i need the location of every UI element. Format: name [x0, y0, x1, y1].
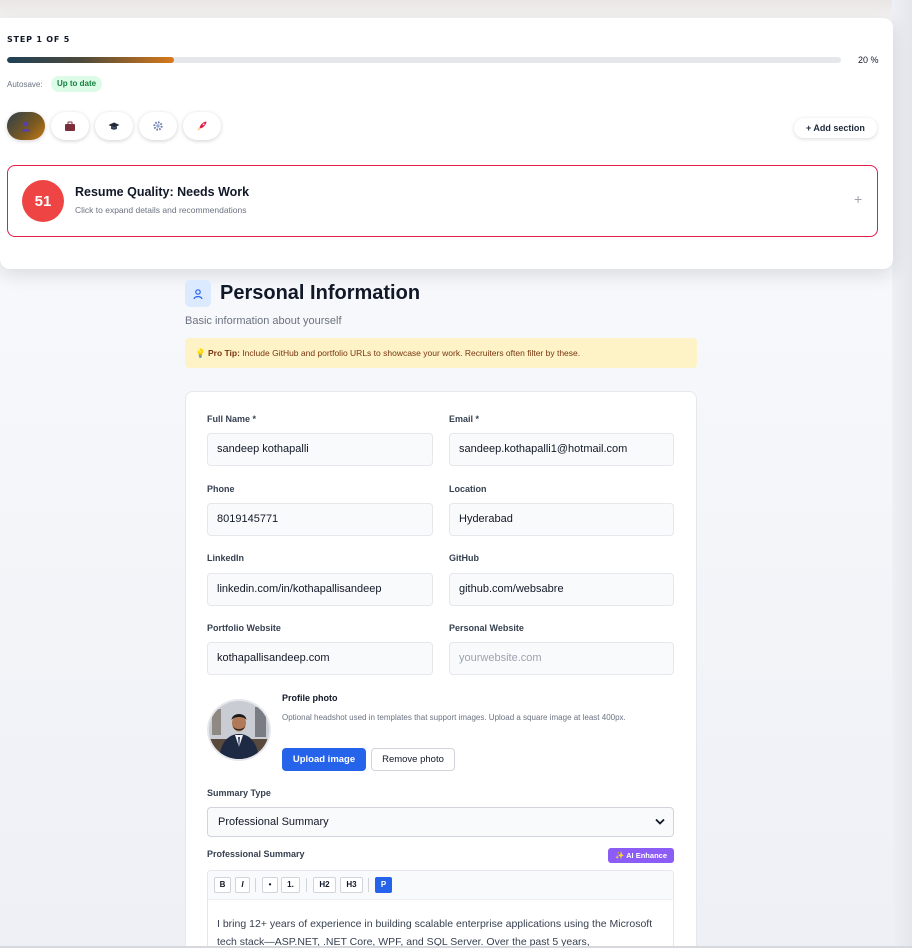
numbered-list-button[interactable]: 1. [281, 877, 300, 893]
location-field[interactable]: Hyderabad [449, 503, 674, 536]
chevron-down-icon [655, 818, 665, 825]
bold-button[interactable]: B [214, 877, 231, 893]
email-label: Email * [449, 414, 480, 424]
paragraph-button[interactable]: P [375, 877, 392, 893]
ai-enhance-button[interactable]: ✨ AI Enhance [608, 848, 674, 863]
progress-percent: 20 % [858, 55, 879, 65]
avatar [207, 699, 271, 761]
progress-bar [7, 57, 841, 63]
rocket-icon [197, 121, 207, 131]
github-label: GitHub [449, 553, 479, 563]
person-icon [21, 121, 31, 132]
linkedin-label: LinkedIn [207, 553, 245, 563]
quality-score-badge: 51 [22, 180, 64, 222]
upload-image-button[interactable]: Upload image [282, 748, 366, 771]
graduation-cap-icon [108, 122, 120, 130]
autosave-label: Autosave: [7, 80, 43, 89]
summary-text[interactable]: I bring 12+ years of experience in build… [217, 915, 657, 948]
lightbulb-icon: 💡 [195, 348, 206, 358]
italic-button[interactable]: I [235, 877, 250, 893]
add-section-button[interactable]: + Add section [794, 118, 877, 138]
github-field[interactable]: github.com/websabre [449, 573, 674, 606]
profile-photo-help: Optional headshot used in templates that… [282, 713, 626, 722]
section-tab-projects[interactable] [183, 112, 221, 140]
professional-summary-label: Professional Summary [207, 849, 305, 859]
briefcase-icon [65, 121, 75, 131]
pro-tip-label: Pro Tip: [207, 348, 240, 358]
section-title: Personal Information [220, 282, 421, 304]
section-tab-personal[interactable] [7, 112, 45, 140]
quality-subtitle: Click to expand details and recommendati… [75, 205, 247, 215]
toolbar-divider [306, 878, 307, 892]
summary-type-value: Professional Summary [218, 816, 329, 828]
gear-icon [153, 121, 163, 131]
location-label: Location [449, 484, 487, 494]
summary-type-label: Summary Type [207, 788, 271, 798]
email-field[interactable]: sandeep.kothapalli1@hotmail.com [449, 433, 674, 466]
resume-quality-panel[interactable]: 51 Resume Quality: Needs Work Click to e… [7, 165, 878, 237]
section-subtitle: Basic information about yourself [185, 315, 342, 327]
summary-editor[interactable]: B I • 1. H2 H3 P I bring 12+ years of ex… [207, 870, 674, 948]
toolbar-divider [255, 878, 256, 892]
editor-toolbar: B I • 1. H2 H3 P [208, 871, 673, 900]
progress-bar-fill [7, 57, 174, 63]
personal-website-label: Personal Website [449, 623, 524, 633]
toolbar-divider [368, 878, 369, 892]
pro-tip-text: Include GitHub and portfolio URLs to sho… [242, 348, 581, 358]
progress-panel: STEP 1 OF 5 20 % Autosave: Up to date + … [0, 18, 893, 269]
bullet-list-button[interactable]: • [262, 877, 278, 893]
linkedin-field[interactable]: linkedin.com/in/kothapallisandeep [207, 573, 433, 606]
section-tab-education[interactable] [95, 112, 133, 140]
step-indicator: STEP 1 OF 5 [7, 35, 71, 44]
autosave-status-badge: Up to date [51, 76, 103, 92]
section-tab-experience[interactable] [51, 112, 89, 140]
expand-icon[interactable]: + [854, 191, 862, 207]
page-background-edge [892, 0, 912, 948]
summary-type-select[interactable]: Professional Summary [207, 807, 674, 837]
pro-tip-banner: 💡 Pro Tip: Include GitHub and portfolio … [185, 338, 697, 368]
full-name-label: Full Name * [207, 414, 257, 424]
section-tab-skills[interactable] [139, 112, 177, 140]
portfolio-field[interactable]: kothapallisandeep.com [207, 642, 433, 675]
profile-photo-title: Profile photo [282, 693, 338, 703]
personal-website-field[interactable]: yourwebsite.com [449, 642, 674, 675]
heading-2-button[interactable]: H2 [313, 877, 336, 893]
phone-field[interactable]: 8019145771 [207, 503, 433, 536]
user-icon [185, 280, 211, 307]
remove-photo-button[interactable]: Remove photo [371, 748, 455, 771]
portfolio-label: Portfolio Website [207, 623, 281, 633]
quality-title: Resume Quality: Needs Work [75, 185, 250, 199]
heading-3-button[interactable]: H3 [340, 877, 363, 893]
full-name-field[interactable]: sandeep kothapalli [207, 433, 433, 466]
phone-label: Phone [207, 484, 235, 494]
